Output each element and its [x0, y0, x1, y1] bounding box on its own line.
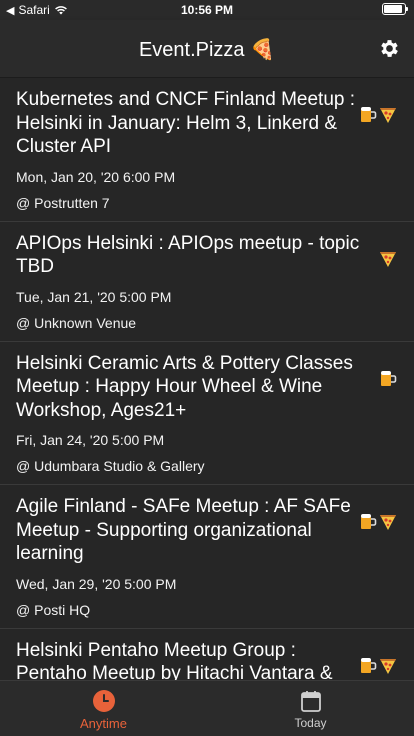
event-title: Helsinki Ceramic Arts & Pottery Classes …	[16, 352, 353, 421]
event-title: Kubernetes and CNCF Finland Meetup : Hel…	[16, 89, 356, 157]
battery-icon	[382, 3, 408, 15]
beer-icon	[381, 370, 397, 386]
pizza-icon	[380, 658, 396, 674]
pizza-icon	[380, 515, 396, 530]
event-icons	[358, 655, 398, 675]
beer-icon	[361, 514, 377, 529]
event-date: Fri, Jan 24, '20 5:00 PM	[16, 432, 165, 448]
navigation-bar: Event.Pizza 🍕	[0, 20, 414, 78]
event-row[interactable]: Agile Finland - SAFe Meetup : AF SAFe Me…	[0, 485, 414, 629]
event-list[interactable]: Kubernetes and CNCF Finland Meetup : Hel…	[0, 78, 414, 680]
event-date: Tue, Jan 21, '20 5:00 PM	[16, 288, 172, 305]
calendar-icon	[300, 691, 321, 712]
beer-icon	[361, 107, 377, 122]
event-venue: @ Udumbara Studio & Gallery	[16, 458, 205, 474]
event-icons	[358, 104, 398, 124]
event-title: APIOps Helsinki : APIOps meetup - topic …	[16, 232, 360, 278]
event-venue: @ Unknown Venue	[16, 314, 137, 331]
pizza-icon	[380, 108, 396, 123]
event-icons	[378, 248, 398, 268]
status-bar: ◀ Safari 10:56 PM	[0, 0, 414, 20]
event-venue: @ Posti HQ	[16, 601, 91, 618]
status-time: 10:56 PM	[180, 3, 234, 17]
event-row[interactable]: APIOps Helsinki : APIOps meetup - topic …	[0, 221, 414, 342]
event-row[interactable]: Helsinki Ceramic Arts & Pottery Classes …	[0, 341, 414, 485]
event-row[interactable]: Helsinki Pentaho Meetup Group : Pentaho …	[0, 628, 414, 681]
event-venue: @ Postrutten 7	[16, 194, 110, 211]
event-title: Helsinki Pentaho Meetup Group : Pentaho …	[16, 639, 333, 681]
event-title: Agile Finland - SAFe Meetup : AF SAFe Me…	[16, 496, 351, 564]
beer-icon	[361, 657, 377, 673]
tab-anytime[interactable]: Anytime	[0, 681, 207, 736]
event-date: Mon, Jan 20, '20 6:00 PM	[16, 168, 176, 185]
clock-icon	[92, 690, 115, 712]
event-row[interactable]: Kubernetes and CNCF Finland Meetup : Hel…	[0, 78, 414, 222]
event-date: Wed, Jan 29, '20 5:00 PM	[16, 575, 177, 592]
settings-gear-icon[interactable]	[378, 37, 401, 60]
tab-anytime-label: Anytime	[80, 716, 127, 731]
event-icons	[378, 368, 398, 388]
tab-today[interactable]: Today	[207, 681, 414, 736]
pizza-icon	[380, 251, 396, 267]
tab-today-label: Today	[294, 716, 327, 730]
page-title: Event.Pizza 🍕	[138, 39, 276, 61]
event-icons	[358, 511, 398, 531]
tab-bar: Anytime Today	[0, 680, 414, 736]
